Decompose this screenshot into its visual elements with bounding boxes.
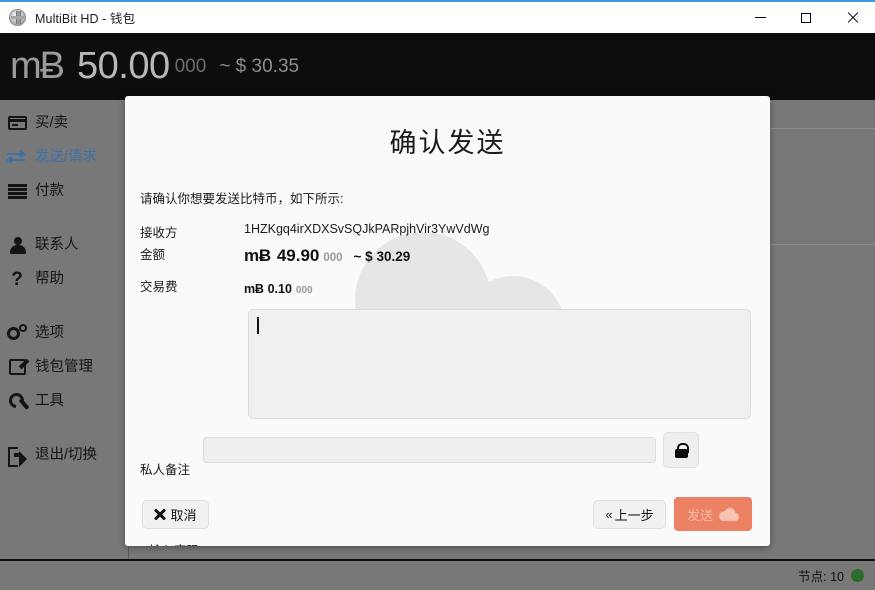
- sidebar-item-contacts[interactable]: 联系人: [0, 228, 128, 262]
- send-button[interactable]: 发送: [674, 497, 752, 531]
- sidebar-label-tools: 工具: [35, 392, 64, 409]
- sidebar-label-send-request: 发送/请求: [35, 148, 98, 165]
- credit-card-icon: [6, 113, 28, 133]
- private-notes-label: 私人备注: [140, 463, 191, 477]
- sidebar-item-manage-wallet[interactable]: 钱包管理: [0, 350, 128, 384]
- sidebar-item-payments[interactable]: 付款: [0, 174, 128, 208]
- sidebar-divider-3: [0, 418, 128, 438]
- balance-header: m Ƀ 50.00 000 ~ $ 30.35: [0, 33, 875, 100]
- sidebar-item-tools[interactable]: 工具: [0, 384, 128, 418]
- minimize-button[interactable]: [737, 2, 783, 33]
- fee-bitcoin-symbol-icon: Ƀ: [254, 282, 264, 296]
- amount-value: 49.90: [276, 246, 320, 265]
- fee-value: 0.10: [267, 282, 292, 296]
- sidebar-label-settings: 选项: [35, 324, 64, 341]
- cloud-upload-icon: [719, 507, 739, 521]
- recipient-address: 1HZKgq4irXDXSvSQJkPARpjhVir3YwVdWg: [244, 222, 490, 236]
- text-caret: [257, 317, 259, 334]
- recipient-label: 接收方: [140, 226, 178, 240]
- amount-bitcoin-symbol-icon: Ƀ: [258, 246, 271, 265]
- title-bar: MultiBit HD - 钱包: [0, 0, 875, 33]
- cancel-button-label: 取消: [170, 508, 197, 523]
- fee-decimals: 000: [295, 285, 313, 296]
- list-icon: [6, 181, 28, 201]
- balance-amount: 50.00: [77, 45, 170, 87]
- sidebar-label-contacts: 联系人: [35, 236, 79, 253]
- sidebar-item-exit-switch[interactable]: 退出/切换: [0, 438, 128, 472]
- sidebar-label-manage-wallet: 钱包管理: [35, 358, 93, 375]
- minimize-icon: [754, 17, 766, 18]
- confirm-send-dialog: 确认发送 请确认你想要发送比特币，如下所示: 接收方 1HZKgq4irXDXS…: [125, 96, 770, 546]
- balance-unit-prefix: m: [10, 45, 42, 87]
- fee-row: 交易费 m Ƀ 0.10 000: [125, 278, 770, 297]
- recipient-row: 接收方 1HZKgq4irXDXSvSQJkPARpjhVir3YwVdWg: [125, 222, 770, 241]
- bitcoin-symbol-icon: Ƀ: [39, 45, 66, 87]
- sidebar: 买/卖 发送/请求 付款 联系人 ? 帮助 选项 钱包管理 工具 退出/切换: [0, 100, 128, 559]
- wrench-icon: [6, 391, 28, 411]
- fee-unit-prefix: m: [244, 282, 255, 296]
- sidebar-item-buy-sell[interactable]: 买/卖: [0, 106, 128, 140]
- password-label: 输入密码: [149, 540, 199, 546]
- close-icon: [847, 12, 858, 23]
- window-title: MultiBit HD - 钱包: [35, 12, 136, 26]
- status-bar: 节点: 10: [0, 559, 875, 590]
- amount-decimals: 000: [323, 252, 343, 264]
- sidebar-item-settings[interactable]: 选项: [0, 316, 128, 350]
- sidebar-item-help[interactable]: ? 帮助: [0, 262, 128, 296]
- send-button-label: 发送: [686, 507, 713, 523]
- sidebar-divider-2: [0, 296, 128, 316]
- dialog-title: 确认发送: [389, 128, 506, 158]
- close-button[interactable]: [829, 2, 875, 33]
- amount-unit-prefix: m: [244, 246, 259, 265]
- double-chevron-left-icon: «: [605, 507, 613, 522]
- maximize-button[interactable]: [783, 2, 829, 33]
- fee-label: 交易费: [140, 280, 178, 294]
- sidebar-label-help: 帮助: [35, 270, 64, 287]
- cancel-button[interactable]: 取消: [142, 500, 209, 529]
- password-visibility-toggle[interactable]: [663, 432, 699, 468]
- amount-fiat: ~ $ 30.29: [353, 249, 411, 264]
- back-button-label: 上一步: [614, 508, 654, 523]
- balance-fiat: ~ $ 30.35: [219, 55, 300, 77]
- amount-label: 金额: [140, 248, 166, 262]
- application-window: MultiBit HD - 钱包 m Ƀ 50.00 000 ~ $ 30.35…: [0, 0, 875, 590]
- question-mark-icon: ?: [11, 268, 23, 290]
- exit-icon: [6, 445, 28, 467]
- peer-count-label: 节点: 10: [798, 570, 844, 584]
- multibit-logo-icon: [9, 9, 26, 26]
- sidebar-divider-1: [0, 208, 128, 228]
- password-input[interactable]: [203, 437, 656, 463]
- back-button[interactable]: « 上一步: [593, 500, 666, 529]
- sidebar-label-buy-sell: 买/卖: [35, 114, 69, 131]
- gears-icon: [6, 323, 28, 343]
- lock-icon: [674, 442, 689, 458]
- connection-status-indicator: [851, 569, 864, 582]
- user-icon: [6, 235, 28, 255]
- private-notes-input[interactable]: [248, 309, 751, 419]
- sidebar-item-send-request[interactable]: 发送/请求: [0, 140, 128, 174]
- amount-row: 金额 m Ƀ 49.90 000 ~ $ 30.29: [125, 246, 770, 266]
- exchange-arrows-icon: [6, 147, 28, 167]
- sidebar-label-exit-switch: 退出/切换: [35, 446, 98, 463]
- sidebar-label-payments: 付款: [35, 182, 64, 199]
- balance-decimals: 000: [174, 55, 207, 77]
- edit-square-icon: [6, 357, 28, 377]
- maximize-icon: [801, 12, 811, 23]
- x-icon: [154, 509, 165, 520]
- window-controls: [737, 2, 875, 33]
- dialog-intro-text: 请确认你想要发送比特币，如下所示:: [140, 192, 344, 206]
